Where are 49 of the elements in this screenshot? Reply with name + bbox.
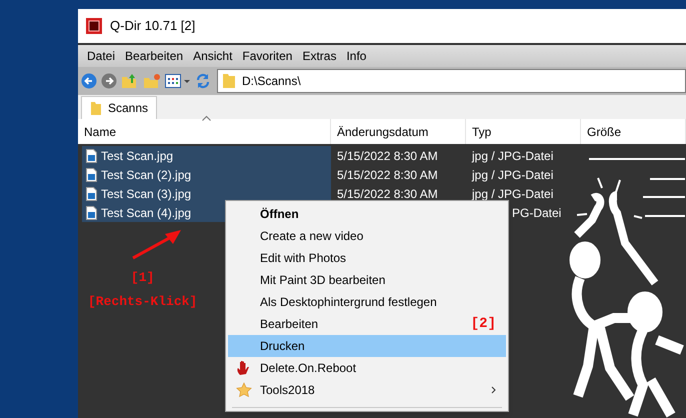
forward-icon[interactable] xyxy=(101,73,117,89)
back-icon[interactable] xyxy=(81,73,97,89)
folder-icon xyxy=(222,73,236,89)
column-header[interactable]: Änderungsdatum xyxy=(331,119,466,144)
menu-item[interactable]: Als Desktophintergrund festlegen xyxy=(228,291,506,313)
menu-item[interactable]: Favoriten xyxy=(237,47,298,65)
hand-icon xyxy=(236,360,252,376)
address-field[interactable]: D:\Scanns\ xyxy=(217,69,686,93)
annotation-marker: [2] xyxy=(470,314,496,334)
column-header[interactable]: Typ xyxy=(466,119,581,144)
refresh-icon[interactable] xyxy=(195,73,211,89)
type-cell-text: PG-Datei xyxy=(512,204,562,222)
date-cell-text: 5/15/2022 8:30 AM xyxy=(336,186,439,202)
type-cell-text: jpg / JPG-Datei xyxy=(470,148,554,164)
date-cell-text: 5/15/2022 8:30 AM xyxy=(336,166,439,184)
date-cell-text: 5/15/2022 8:30 AM xyxy=(336,148,439,164)
column-header[interactable]: Name xyxy=(78,119,331,144)
menu-item[interactable]: Bearbeiten [2] xyxy=(228,313,506,335)
window-title: Q-Dir 10.71 [2] xyxy=(110,17,196,36)
annotation-arrow xyxy=(131,228,183,260)
folder-icon xyxy=(90,100,102,116)
app-icon xyxy=(86,18,102,34)
menu-item[interactable]: Drucken xyxy=(228,335,506,357)
menu-item[interactable]: Ansicht xyxy=(188,47,238,65)
menu-item[interactable]: Tools2018 xyxy=(228,379,506,401)
column-header[interactable]: Größe xyxy=(581,119,686,144)
image-file-icon xyxy=(86,148,97,162)
folder-tab[interactable]: Scanns xyxy=(81,96,158,119)
menu-item[interactable]: Info xyxy=(341,47,372,65)
annotation-marker: [1] xyxy=(130,269,154,287)
star-icon xyxy=(236,382,252,398)
sort-caret-icon xyxy=(202,115,211,121)
menu-item[interactable]: Mit Paint 3D bearbeiten xyxy=(228,269,506,291)
annotation-label: [Rechts-Klick] xyxy=(88,292,198,310)
image-file-icon xyxy=(86,206,97,220)
type-cell-text: jpg / JPG-Datei xyxy=(470,166,554,184)
menu-item[interactable]: Datei xyxy=(82,47,120,65)
view-grid-icon[interactable] xyxy=(165,73,191,89)
file-name-cell[interactable]: Test Scan.jpg xyxy=(82,146,331,165)
menu-item[interactable]: Create a new video xyxy=(228,225,506,247)
menu-item[interactable]: Bearbeiten xyxy=(120,47,188,65)
menu-item[interactable]: Delete.On.Reboot xyxy=(228,357,506,379)
image-file-icon xyxy=(86,168,97,182)
image-file-icon xyxy=(86,186,97,200)
menu-item[interactable]: Extras xyxy=(297,47,342,65)
file-name-cell[interactable]: Test Scan (3).jpg xyxy=(82,184,331,203)
menu-item[interactable]: Edit with Photos xyxy=(228,247,506,269)
new-folder-icon[interactable] xyxy=(143,73,161,89)
file-name-cell[interactable]: Test Scan (2).jpg xyxy=(82,165,331,184)
